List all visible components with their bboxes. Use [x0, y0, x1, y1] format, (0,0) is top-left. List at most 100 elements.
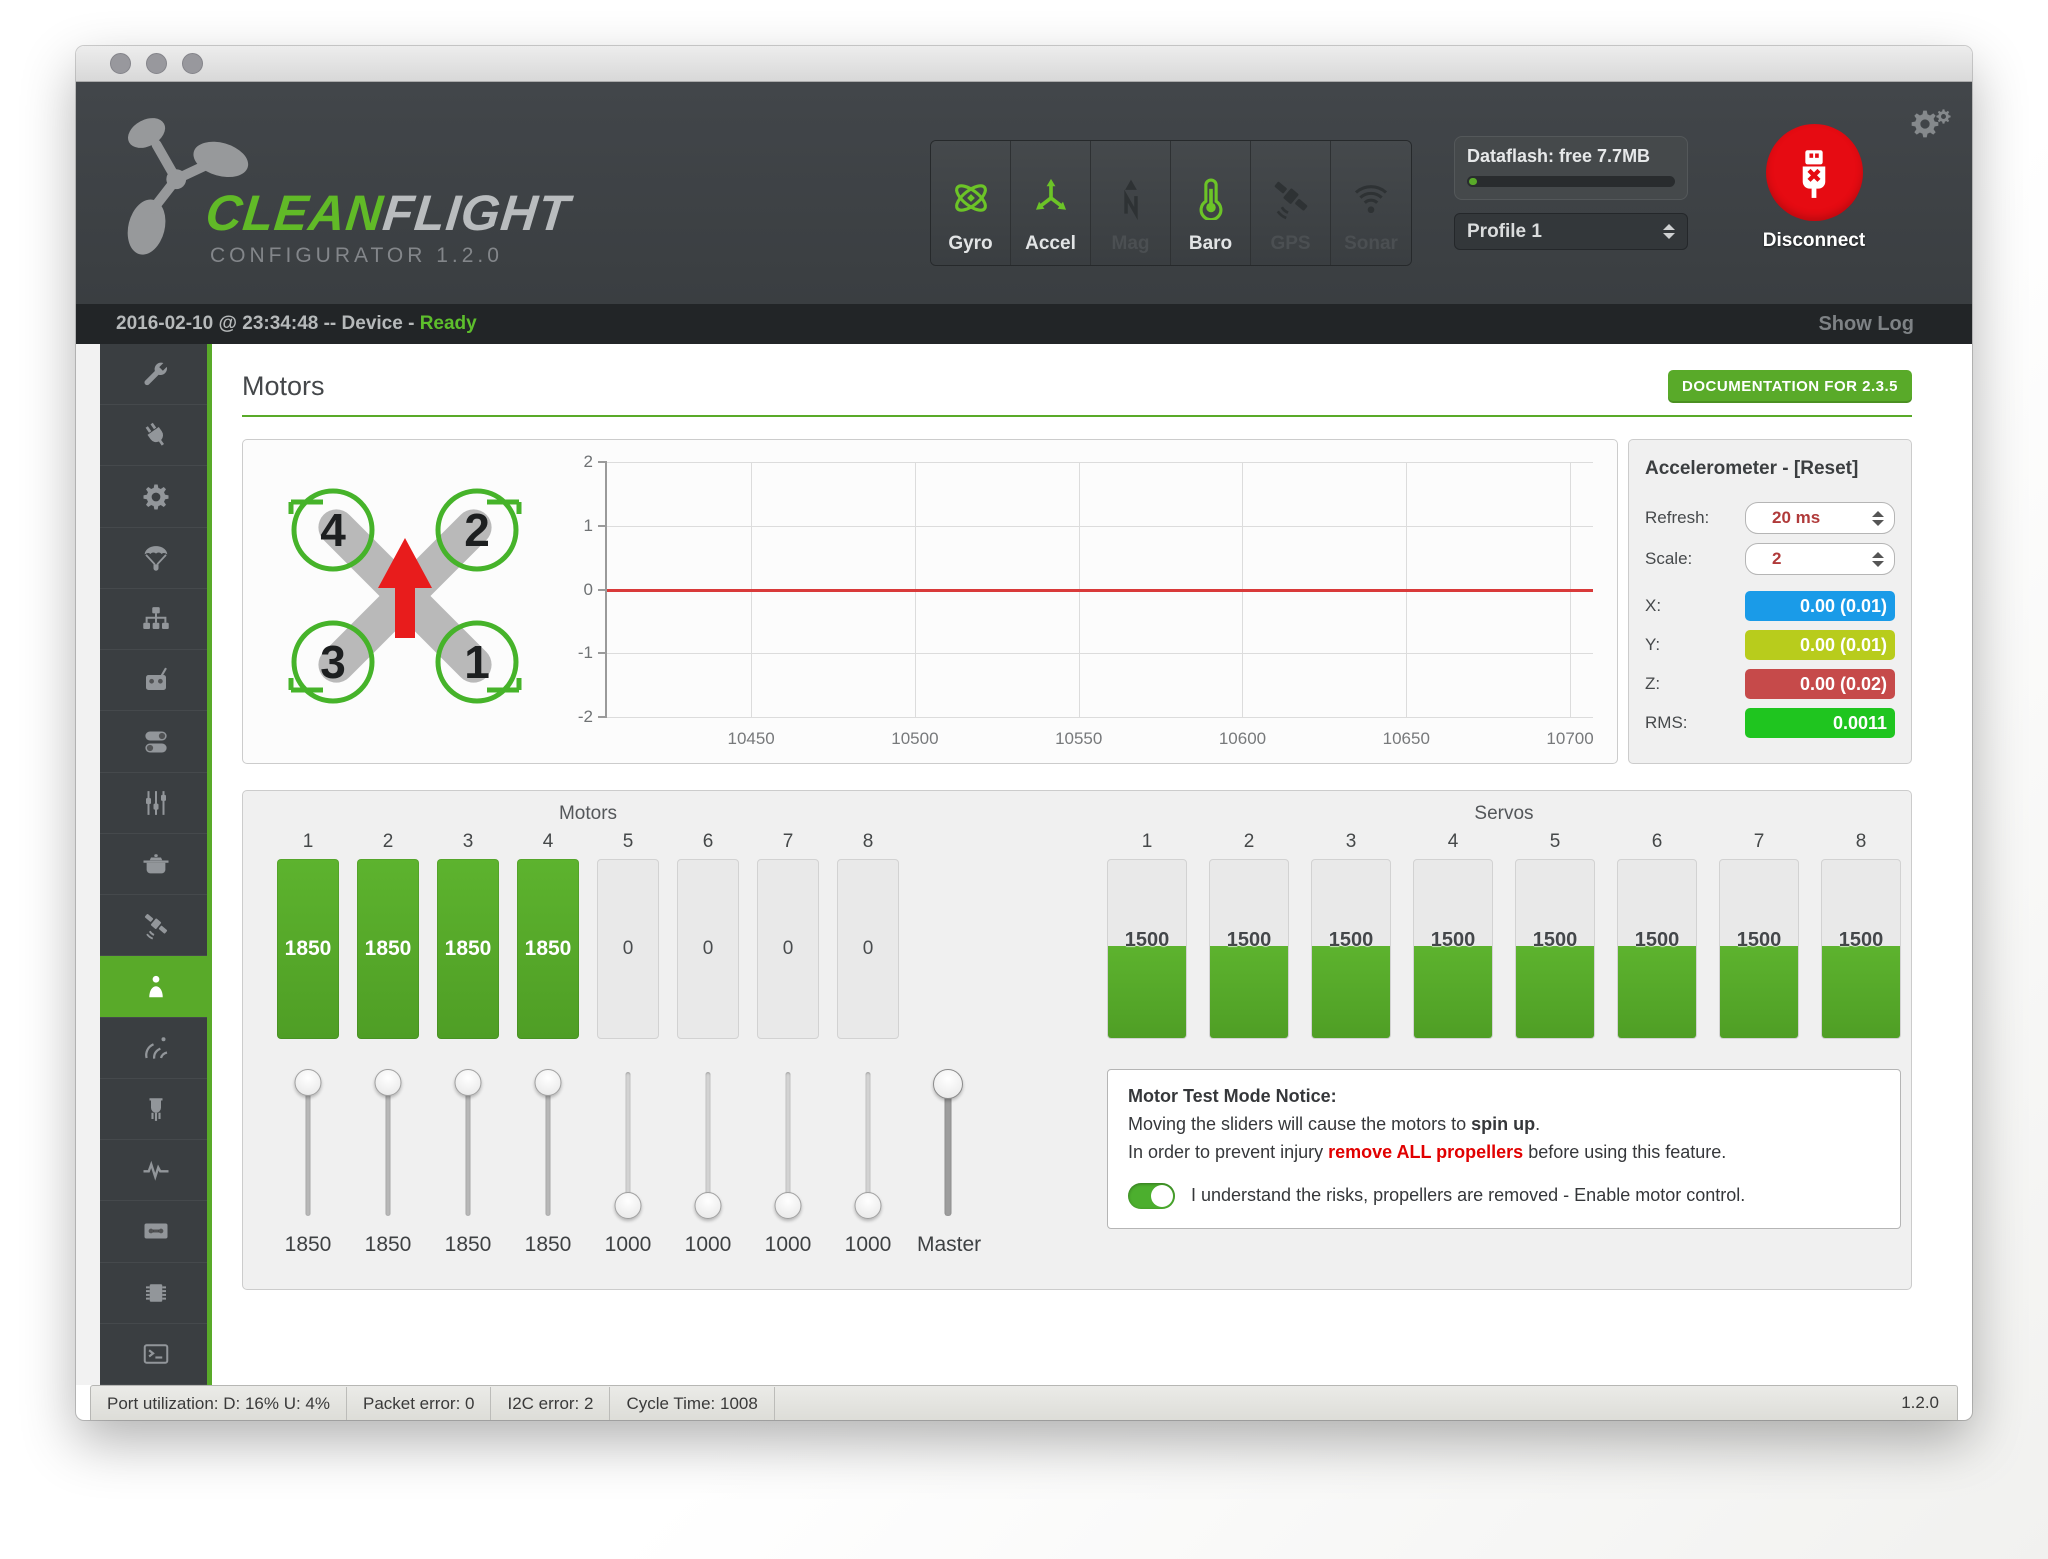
- chart-hgridline: [607, 717, 1593, 718]
- footer-cell-1: Port utilization: D: 16% U: 4%: [91, 1387, 347, 1420]
- gps-icon: [1269, 176, 1313, 220]
- sidebar-item-2[interactable]: [100, 405, 212, 466]
- profile-select[interactable]: Profile 1: [1454, 213, 1688, 250]
- window-close-button[interactable]: [110, 53, 131, 74]
- motor-number-bottom-right: 1: [464, 636, 490, 688]
- slider-thumb[interactable]: [775, 1192, 802, 1219]
- motor-column-number: 8: [837, 831, 899, 853]
- motor-bar-value: 1850: [277, 937, 339, 961]
- sidebar-item-7[interactable]: [100, 711, 212, 772]
- mag-icon: [1109, 176, 1153, 220]
- servo-column-number: 7: [1719, 831, 1799, 853]
- master-slider[interactable]: [917, 1069, 979, 1219]
- slider-value-label: 1850: [357, 1233, 419, 1257]
- refresh-select[interactable]: 20 ms: [1745, 502, 1895, 534]
- motor-bar-value: 1850: [357, 937, 419, 961]
- servo-bar-3: 1500: [1311, 859, 1391, 1039]
- sidebar-item-13[interactable]: [100, 1079, 212, 1140]
- motor-slider-5[interactable]: [597, 1069, 659, 1219]
- servo-bar-fill: [1311, 946, 1391, 1039]
- slider-thumb[interactable]: [855, 1192, 882, 1219]
- sidebar-item-8[interactable]: [100, 773, 212, 834]
- sidebar-item-9[interactable]: [100, 834, 212, 895]
- stepper-arrows-icon: [1872, 505, 1884, 532]
- disconnect-button[interactable]: Disconnect: [1724, 124, 1904, 252]
- slider-value-label: 1000: [837, 1233, 899, 1257]
- slider-thumb[interactable]: [695, 1192, 722, 1219]
- sidebar-item-10[interactable]: [100, 895, 212, 956]
- brand-subtitle: CONFIGURATOR 1.2.0: [210, 244, 503, 268]
- slider-thumb[interactable]: [615, 1192, 642, 1219]
- sidebar-item-5[interactable]: [100, 589, 212, 650]
- sensor-indicator-gyro: Gyro: [931, 141, 1011, 265]
- quad-mixer-diagram: 4 2 3 1: [255, 446, 555, 746]
- motor-slider-4[interactable]: [517, 1069, 579, 1219]
- scale-select[interactable]: 2: [1745, 543, 1895, 575]
- satellite-icon: [141, 910, 171, 940]
- servo-bar-fill: [1821, 946, 1901, 1039]
- sidebar-item-1[interactable]: [100, 344, 212, 405]
- axis-value-badge: 0.00 (0.01): [1745, 630, 1895, 660]
- desktop-background: CLEANFLIGHT CONFIGURATOR 1.2.0 GyroAccel…: [0, 0, 2048, 1559]
- footer-cell-2: Packet error: 0: [347, 1387, 492, 1420]
- pot-icon: [141, 849, 171, 879]
- documentation-button[interactable]: DOCUMENTATION FOR 2.3.5: [1668, 370, 1912, 403]
- motor-slider-6[interactable]: [677, 1069, 739, 1219]
- sidebar-item-6[interactable]: [100, 650, 212, 711]
- motor-slider-8[interactable]: [837, 1069, 899, 1219]
- sidebar-item-15[interactable]: [100, 1201, 212, 1262]
- window-zoom-button[interactable]: [182, 53, 203, 74]
- y-tick-mark: [598, 461, 607, 463]
- axis-value-badge: 0.00 (0.01): [1745, 591, 1895, 621]
- y-tick-mark: [598, 652, 607, 654]
- motor-slider-2[interactable]: [357, 1069, 419, 1219]
- terminal-icon: [141, 1339, 171, 1369]
- accel-graph-panel: 4 2 3 1 210-1-21045010500105501060010650…: [242, 439, 1618, 764]
- slider-thumb[interactable]: [295, 1069, 322, 1096]
- log-status-strip: 2016-02-10 @ 23:34:48 -- Device - Ready …: [76, 304, 1972, 344]
- slider-thumb[interactable]: [455, 1069, 482, 1096]
- motor-column-number: 1: [277, 831, 339, 853]
- slider-value-label: 1850: [437, 1233, 499, 1257]
- axis-label: Z:: [1645, 674, 1660, 694]
- sidebar-item-16[interactable]: [100, 1263, 212, 1324]
- refresh-label: Refresh:: [1645, 508, 1709, 528]
- motor-control-toggle[interactable]: [1128, 1183, 1175, 1209]
- y-axis-label: -2: [578, 707, 593, 727]
- sidebar-item-14[interactable]: [100, 1140, 212, 1201]
- accel-reset-button[interactable]: [Reset]: [1794, 458, 1858, 479]
- show-log-button[interactable]: Show Log: [1818, 313, 1914, 336]
- servo-bar-value: 1500: [1516, 929, 1594, 952]
- sidebar-item-12[interactable]: [100, 1018, 212, 1079]
- motor-slider-1[interactable]: [277, 1069, 339, 1219]
- sidebar-item-3[interactable]: [100, 466, 212, 527]
- sidebar-item-17[interactable]: [100, 1324, 212, 1385]
- sidebar-item-11[interactable]: [100, 956, 212, 1017]
- plug-icon: [141, 420, 171, 450]
- dataflash-indicator: Dataflash: free 7.7MB: [1454, 136, 1688, 200]
- x-axis-label: 10450: [727, 729, 774, 749]
- x-axis-label: 10500: [891, 729, 938, 749]
- scale-select-value: 2: [1772, 549, 1781, 569]
- slider-thumb[interactable]: [375, 1069, 402, 1096]
- accel-icon: [1029, 176, 1073, 220]
- x-axis-label: 10650: [1383, 729, 1430, 749]
- motor-slider-7[interactable]: [757, 1069, 819, 1219]
- sidebar-item-4[interactable]: [100, 528, 212, 589]
- settings-gears-icon[interactable]: [1909, 108, 1952, 140]
- device-status-text: 2016-02-10 @ 23:34:48 -- Device - Ready: [116, 313, 477, 335]
- servos-section-title: Servos: [1107, 803, 1901, 825]
- servo-column-number: 1: [1107, 831, 1187, 853]
- toggle-switches-icon: [141, 727, 171, 757]
- window-minimize-button[interactable]: [146, 53, 167, 74]
- slider-thumb[interactable]: [933, 1069, 963, 1099]
- accel-chart: 210-1-2104501050010550106001065010700: [555, 448, 1601, 763]
- motor-slider-3[interactable]: [437, 1069, 499, 1219]
- slider-thumb[interactable]: [535, 1069, 562, 1096]
- y-tick-mark: [598, 525, 607, 527]
- motor-test-notice: Motor Test Mode Notice: Moving the slide…: [1107, 1069, 1901, 1229]
- servo-column-number: 8: [1821, 831, 1901, 853]
- parachute-icon: [141, 543, 171, 573]
- servo-bar-fill: [1617, 946, 1697, 1039]
- transmitter-icon: [141, 665, 171, 695]
